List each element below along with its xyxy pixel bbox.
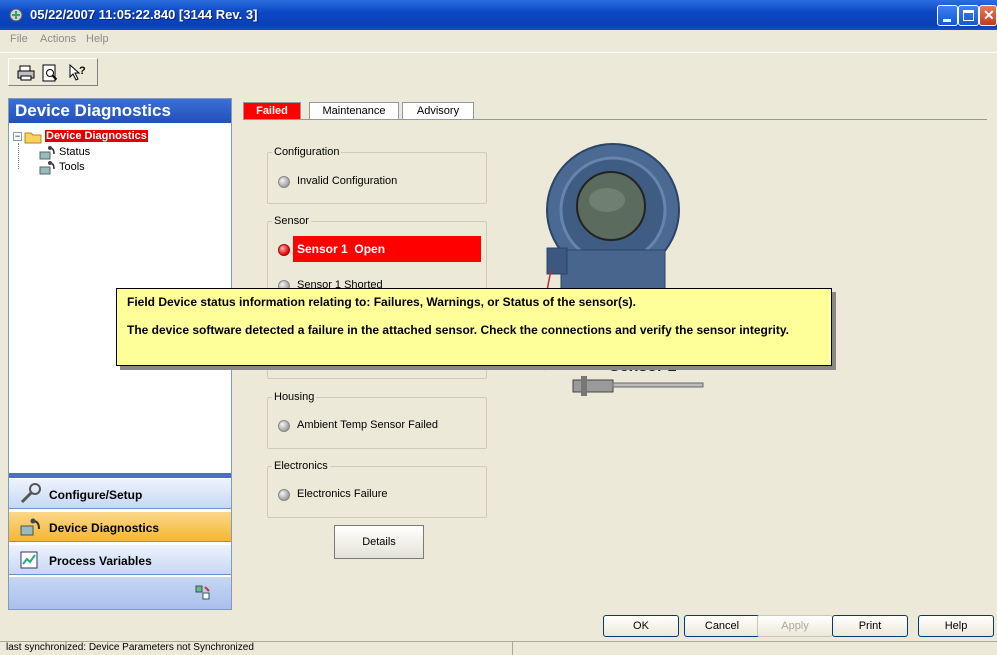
electronics-group-title: Electronics: [272, 460, 330, 472]
configuration-group-title: Configuration: [272, 146, 342, 158]
invalid-configuration-label: Invalid Configuration: [297, 175, 398, 187]
tree-collapse-toggle[interactable]: −: [13, 132, 22, 141]
sensor-1-open-label: Sensor 1 Open: [297, 242, 386, 256]
close-icon: ✕: [983, 7, 995, 23]
menu-help[interactable]: Help: [86, 33, 109, 45]
nav-device-diagnostics[interactable]: Device Diagnostics: [9, 511, 231, 542]
close-button[interactable]: ✕: [979, 5, 997, 26]
print-button[interactable]: [15, 62, 37, 84]
print-preview-icon: [42, 64, 58, 82]
panel-header: Device Diagnostics: [9, 99, 231, 123]
status-bar: last synchronized: Device Parameters not…: [0, 641, 997, 655]
tree-root[interactable]: Device Diagnostics: [45, 130, 148, 142]
nav-configure-setup[interactable]: Configure/Setup: [9, 478, 231, 509]
title-bar[interactable]: 05/22/2007 11:05:22.840 [3144 Rev. 3] ✕: [0, 0, 997, 30]
status-divider: [512, 642, 513, 655]
app-icon: [9, 8, 23, 22]
ambient-temp-sensor-indicator: [278, 420, 290, 432]
tree-item-status[interactable]: Status: [59, 146, 90, 158]
stethoscope-icon: [39, 146, 55, 160]
ambient-temp-sensor-label: Ambient Temp Sensor Failed: [297, 419, 439, 431]
maximize-button[interactable]: [958, 5, 979, 26]
diagnostics-icon: [20, 518, 40, 536]
toolbar-group: ?: [8, 58, 98, 86]
tools-icon: [39, 161, 55, 175]
electronics-failure-label: Electronics Failure: [297, 488, 388, 500]
sensor-probe-icon: [572, 376, 704, 396]
window-title: 05/22/2007 11:05:22.840 [3144 Rev. 3]: [30, 7, 258, 22]
tree-root-label: Device Diagnostics: [45, 130, 148, 142]
minimize-button[interactable]: [937, 5, 958, 26]
process-variables-icon: [20, 551, 38, 569]
menu-file[interactable]: File: [10, 33, 28, 45]
tab-failed[interactable]: Failed: [243, 102, 301, 120]
maximize-icon: [963, 10, 974, 21]
help-tooltip: Field Device status information relating…: [116, 288, 832, 366]
apply-button[interactable]: Apply: [757, 615, 833, 637]
folder-icon: [24, 132, 42, 144]
print-preview-button[interactable]: [39, 62, 61, 84]
tree-item-tools[interactable]: Tools: [59, 161, 85, 173]
menu-bar: File Actions Help: [0, 30, 997, 50]
minimize-icon: [943, 19, 951, 22]
tab-maintenance[interactable]: Maintenance: [309, 102, 399, 120]
tooltip-line-1: Field Device status information relating…: [127, 295, 636, 309]
print-icon: [17, 65, 35, 81]
housing-group-title: Housing: [272, 391, 317, 403]
nav-label: Device Diagnostics: [49, 521, 160, 535]
sensor-1-open-indicator: [278, 244, 290, 256]
invalid-configuration-indicator: [278, 176, 290, 188]
help-button[interactable]: Help: [918, 615, 994, 637]
nav-footer: [9, 577, 231, 609]
tooltip-line-2: The device software detected a failure i…: [127, 323, 789, 337]
cancel-button[interactable]: Cancel: [684, 615, 760, 637]
configure-buttons-icon[interactable]: [195, 585, 211, 601]
sensor-group-title: Sensor: [272, 215, 311, 227]
context-help-button[interactable]: ?: [67, 62, 89, 84]
status-text: last synchronized: Device Parameters not…: [6, 642, 254, 653]
nav-process-variables[interactable]: Process Variables: [9, 544, 231, 575]
nav-label: Configure/Setup: [49, 488, 143, 502]
menu-actions[interactable]: Actions: [40, 33, 76, 45]
nav-label: Process Variables: [49, 554, 152, 568]
tree-line: [18, 143, 19, 169]
tab-advisory[interactable]: Advisory: [402, 102, 474, 120]
toolbar: ?: [0, 52, 997, 92]
ok-button[interactable]: OK: [603, 615, 679, 637]
electronics-failure-indicator: [278, 489, 290, 501]
wrench-icon: [20, 483, 41, 504]
svg-text:?: ?: [79, 65, 86, 77]
print-dialog-button[interactable]: Print: [832, 615, 908, 637]
details-button[interactable]: Details: [334, 525, 424, 559]
context-help-icon: ?: [69, 63, 86, 81]
